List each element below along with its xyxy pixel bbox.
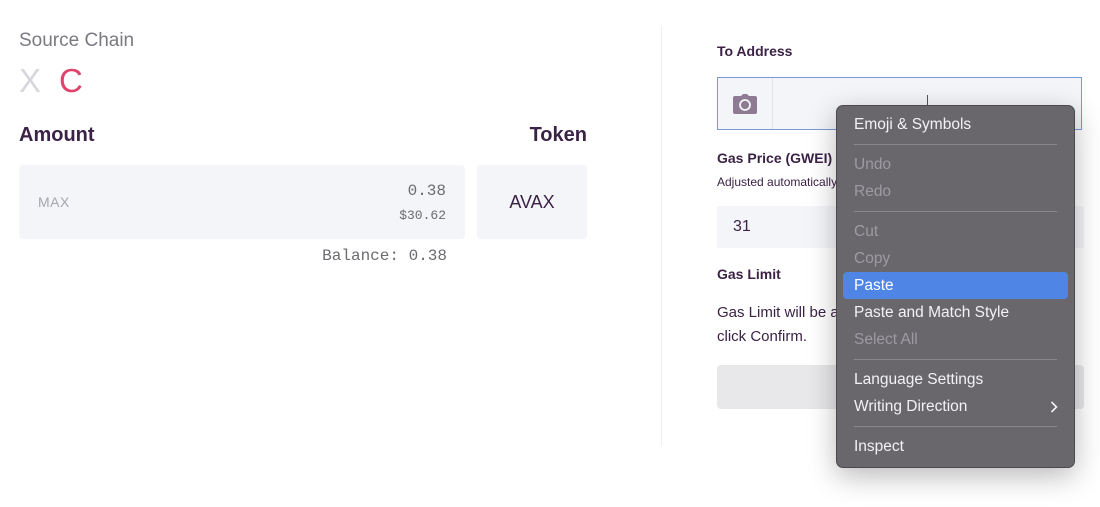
menu-item-copy: Copy: [854, 250, 891, 267]
gas-price-value: 31: [733, 218, 751, 235]
context-menu: Emoji & Symbols Undo Redo Cut Copy Paste…: [836, 105, 1075, 468]
chevron-right-icon: [1050, 393, 1058, 420]
source-chain-label: Source Chain: [19, 30, 135, 51]
chain-option-c[interactable]: C: [59, 62, 83, 100]
menu-item-undo: Undo: [854, 156, 892, 173]
to-address-label: To Address: [717, 43, 793, 59]
menu-separator: [854, 211, 1057, 212]
gas-price-hint: Adjusted automatically: [717, 175, 838, 189]
camera-icon: [733, 93, 757, 114]
amount-field[interactable]: MAX 0.38 $30.62: [19, 165, 465, 239]
amount-label: Amount: [19, 124, 95, 146]
gas-limit-label: Gas Limit: [717, 266, 781, 282]
column-divider: [661, 26, 662, 446]
qr-scan-button[interactable]: [718, 78, 773, 129]
amount-usd-value: $30.62: [399, 208, 446, 223]
balance-text: Balance: 0.38: [322, 247, 447, 265]
amount-input[interactable]: 0.38: [408, 182, 446, 200]
menu-item-paste[interactable]: Paste: [843, 272, 1068, 299]
menu-separator: [854, 426, 1057, 427]
menu-item-writing-direction-label: Writing Direction: [854, 398, 968, 415]
menu-item-inspect[interactable]: Inspect: [843, 433, 1068, 460]
menu-separator: [854, 359, 1057, 360]
chain-option-x[interactable]: X: [19, 62, 41, 100]
menu-item-paste-match-style[interactable]: Paste and Match Style: [843, 299, 1068, 326]
menu-item-language-settings[interactable]: Language Settings: [843, 366, 1068, 393]
token-label: Token: [529, 124, 587, 146]
menu-item-select-all: Select All: [854, 331, 918, 348]
menu-item-emoji-symbols[interactable]: Emoji & Symbols: [843, 111, 1068, 138]
menu-item-writing-direction[interactable]: Writing Direction: [843, 393, 1068, 420]
source-chain-selector: X C: [19, 62, 83, 100]
menu-item-cut: Cut: [854, 223, 879, 240]
gas-price-label: Gas Price (GWEI): [717, 150, 833, 166]
menu-item-redo: Redo: [854, 183, 892, 200]
max-button[interactable]: MAX: [38, 194, 70, 210]
token-selector[interactable]: AVAX: [477, 165, 587, 239]
menu-separator: [854, 144, 1057, 145]
